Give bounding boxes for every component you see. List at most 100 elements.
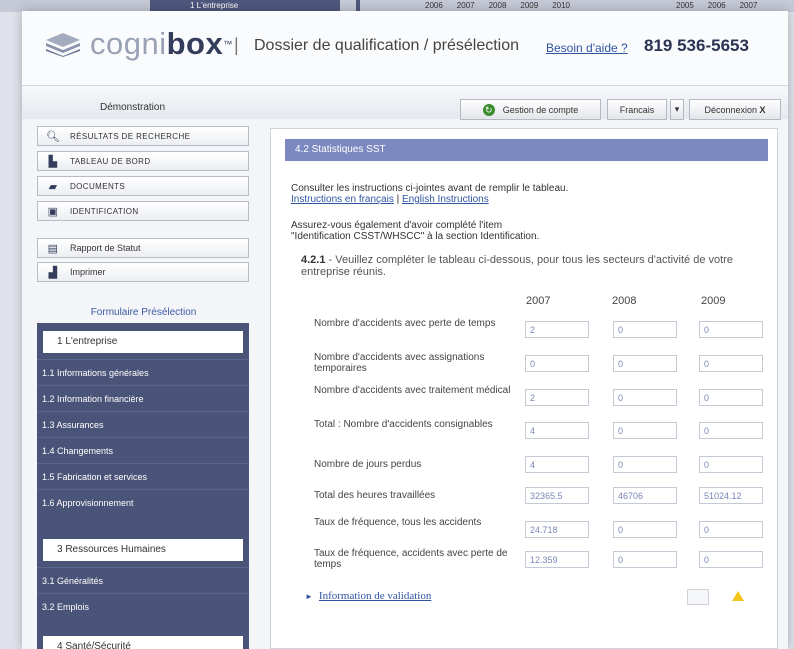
stat-input[interactable] (525, 355, 589, 372)
account-management-button[interactable]: ↻ Gestion de compte (460, 99, 601, 120)
row-label: Nombre de jours perdus (314, 459, 422, 470)
sidebar-item-changes[interactable]: 1.4 Changements (37, 437, 249, 463)
logo: cognibox™ (42, 27, 233, 61)
search-results-button[interactable]: 🔍︎ RÉSULTATS DE RECHERCHE (37, 126, 249, 146)
app-window: cognibox™ | Dossier de qualification / p… (22, 11, 788, 649)
year-header: 2007 (526, 295, 551, 307)
stat-input[interactable] (525, 456, 589, 473)
logo-wordmark: cognibox™ (90, 26, 233, 61)
stat-input[interactable] (699, 355, 763, 372)
nav-section-3: 3 Ressources Humaines 3.1 Généralités 3.… (37, 531, 249, 631)
note-text: Assurez-vous également d'avoir complété … (291, 220, 539, 242)
form-heading: Formulaire Présélection (90, 307, 197, 318)
status-report-button[interactable]: ▤ Rapport de Statut (37, 238, 249, 258)
close-icon: X (759, 104, 766, 115)
nav-section-title[interactable]: 1 L'entreprise (43, 331, 243, 353)
sidebar-item-general[interactable]: 3.1 Généralités (37, 567, 249, 593)
triangle-right-icon: ► (305, 592, 313, 601)
stat-input[interactable] (699, 321, 763, 338)
sidebar-item-financial-info[interactable]: 1.2 Information financière (37, 385, 249, 411)
search-results-label: RÉSULTATS DE RECHERCHE (70, 131, 191, 141)
row-label: Taux de fréquence, accidents avec perte … (314, 548, 508, 570)
question-heading: 4.2.1 - Veuillez compléter le tableau ci… (301, 254, 771, 278)
stat-input[interactable] (525, 422, 589, 439)
header-separator: | (234, 35, 239, 55)
nav-section-title[interactable]: 4 Santé/Sécurité (43, 636, 243, 649)
chevron-down-icon: ▾ (674, 104, 680, 114)
bar-chart-icon: ▙ (48, 155, 58, 168)
documents-button[interactable]: ▰ DOCUMENTS (37, 176, 249, 196)
page-title: Dossier de qualification / présélection (254, 37, 520, 54)
section-title: 4.2 Statistiques SST (285, 139, 768, 161)
background-years-b: 2005 2006 2007 (676, 1, 758, 10)
language-select-label: Francais (619, 104, 655, 115)
stat-input[interactable] (699, 521, 763, 538)
row-label: Nombre d'accidents avec perte de temps (314, 318, 496, 329)
stat-input[interactable] (613, 487, 677, 504)
nav-section-4: 4 Santé/Sécurité (37, 631, 249, 649)
search-icon: 🔍︎ (45, 130, 61, 143)
help-link[interactable]: Besoin d'aide ? (546, 41, 628, 55)
document-icon: ▤ (47, 242, 59, 255)
row-label: Total : Nombre d'accidents consignables (314, 419, 493, 430)
stat-input[interactable] (613, 389, 677, 406)
sidebar-item-general-info[interactable]: 1.1 Informations générales (37, 359, 249, 385)
sidebar-item-insurance[interactable]: 1.3 Assurances (37, 411, 249, 437)
stat-input[interactable] (699, 551, 763, 568)
stat-input[interactable] (699, 456, 763, 473)
sidebar-item-jobs[interactable]: 3.2 Emplois (37, 593, 249, 619)
instructions-text: Consulter les instructions ci-jointes av… (291, 183, 568, 205)
stat-input[interactable] (525, 389, 589, 406)
row-label: Nombre d'accidents avec traitement médic… (314, 385, 511, 396)
identification-button[interactable]: ▣ IDENTIFICATION (37, 201, 249, 221)
cube-logo-icon (42, 31, 84, 57)
print-label: Imprimer (70, 267, 106, 277)
dashboard-button[interactable]: ▙ TABLEAU DE BORD (37, 151, 249, 171)
instructions-fr-link[interactable]: Instructions en français (291, 194, 394, 205)
print-button[interactable]: ▟ Imprimer (37, 262, 249, 282)
identification-label: IDENTIFICATION (70, 206, 139, 216)
account-management-label: Gestion de compte (502, 104, 579, 115)
warning-icon (732, 591, 744, 601)
background-nav-label: 1 L'entreprise (190, 1, 239, 10)
id-card-icon: ▣ (47, 205, 59, 218)
support-phone: 819 536-5653 (644, 36, 749, 55)
validation-info-link[interactable]: ► Information de validation (305, 590, 431, 602)
dashboard-label: TABLEAU DE BORD (70, 156, 151, 166)
refresh-icon: ↻ (482, 103, 495, 116)
stat-input[interactable] (525, 551, 589, 568)
sidebar-item-procurement[interactable]: 1.6 Approvisionnement (37, 489, 249, 515)
language-dropdown-button[interactable]: ▾ (670, 99, 684, 120)
note-line-2: "Identification CSST/WHSCC" à la section… (291, 231, 540, 242)
stat-input[interactable] (525, 521, 589, 538)
intro-line: Consulter les instructions ci-jointes av… (291, 183, 569, 194)
language-select[interactable]: Francais (607, 99, 667, 120)
stat-input[interactable] (613, 321, 677, 338)
stat-input[interactable] (613, 456, 677, 473)
year-header: 2009 (701, 295, 726, 307)
stat-input[interactable] (699, 487, 763, 504)
status-report-label: Rapport de Statut (70, 243, 141, 253)
printer-icon: ▟ (48, 266, 58, 279)
stat-input[interactable] (525, 487, 589, 504)
row-label: Taux de fréquence, tous les accidents (314, 517, 482, 528)
demo-label: Démonstration (100, 102, 166, 113)
stat-input[interactable] (699, 389, 763, 406)
link-separator: | (393, 194, 402, 205)
stat-input[interactable] (613, 355, 677, 372)
stat-input[interactable] (699, 422, 763, 439)
nav-section-title[interactable]: 3 Ressources Humaines (43, 539, 243, 561)
stat-input[interactable] (613, 422, 677, 439)
instructions-en-link[interactable]: English Instructions (402, 194, 489, 205)
attachment-icon[interactable] (687, 589, 709, 605)
stat-input[interactable] (613, 551, 677, 568)
logout-label: Déconnexion (704, 104, 757, 115)
validation-info-label: Information de validation (318, 590, 432, 602)
documents-label: DOCUMENTS (70, 181, 126, 191)
sidebar-item-manufacturing[interactable]: 1.5 Fabrication et services (37, 463, 249, 489)
nav-section-1: 1 L'entreprise 1.1 Informations générale… (37, 323, 249, 531)
question-text: - Veuillez compléter le tableau ci-desso… (301, 254, 733, 278)
logout-button[interactable]: Déconnexion X (689, 99, 781, 120)
stat-input[interactable] (613, 521, 677, 538)
stat-input[interactable] (525, 321, 589, 338)
